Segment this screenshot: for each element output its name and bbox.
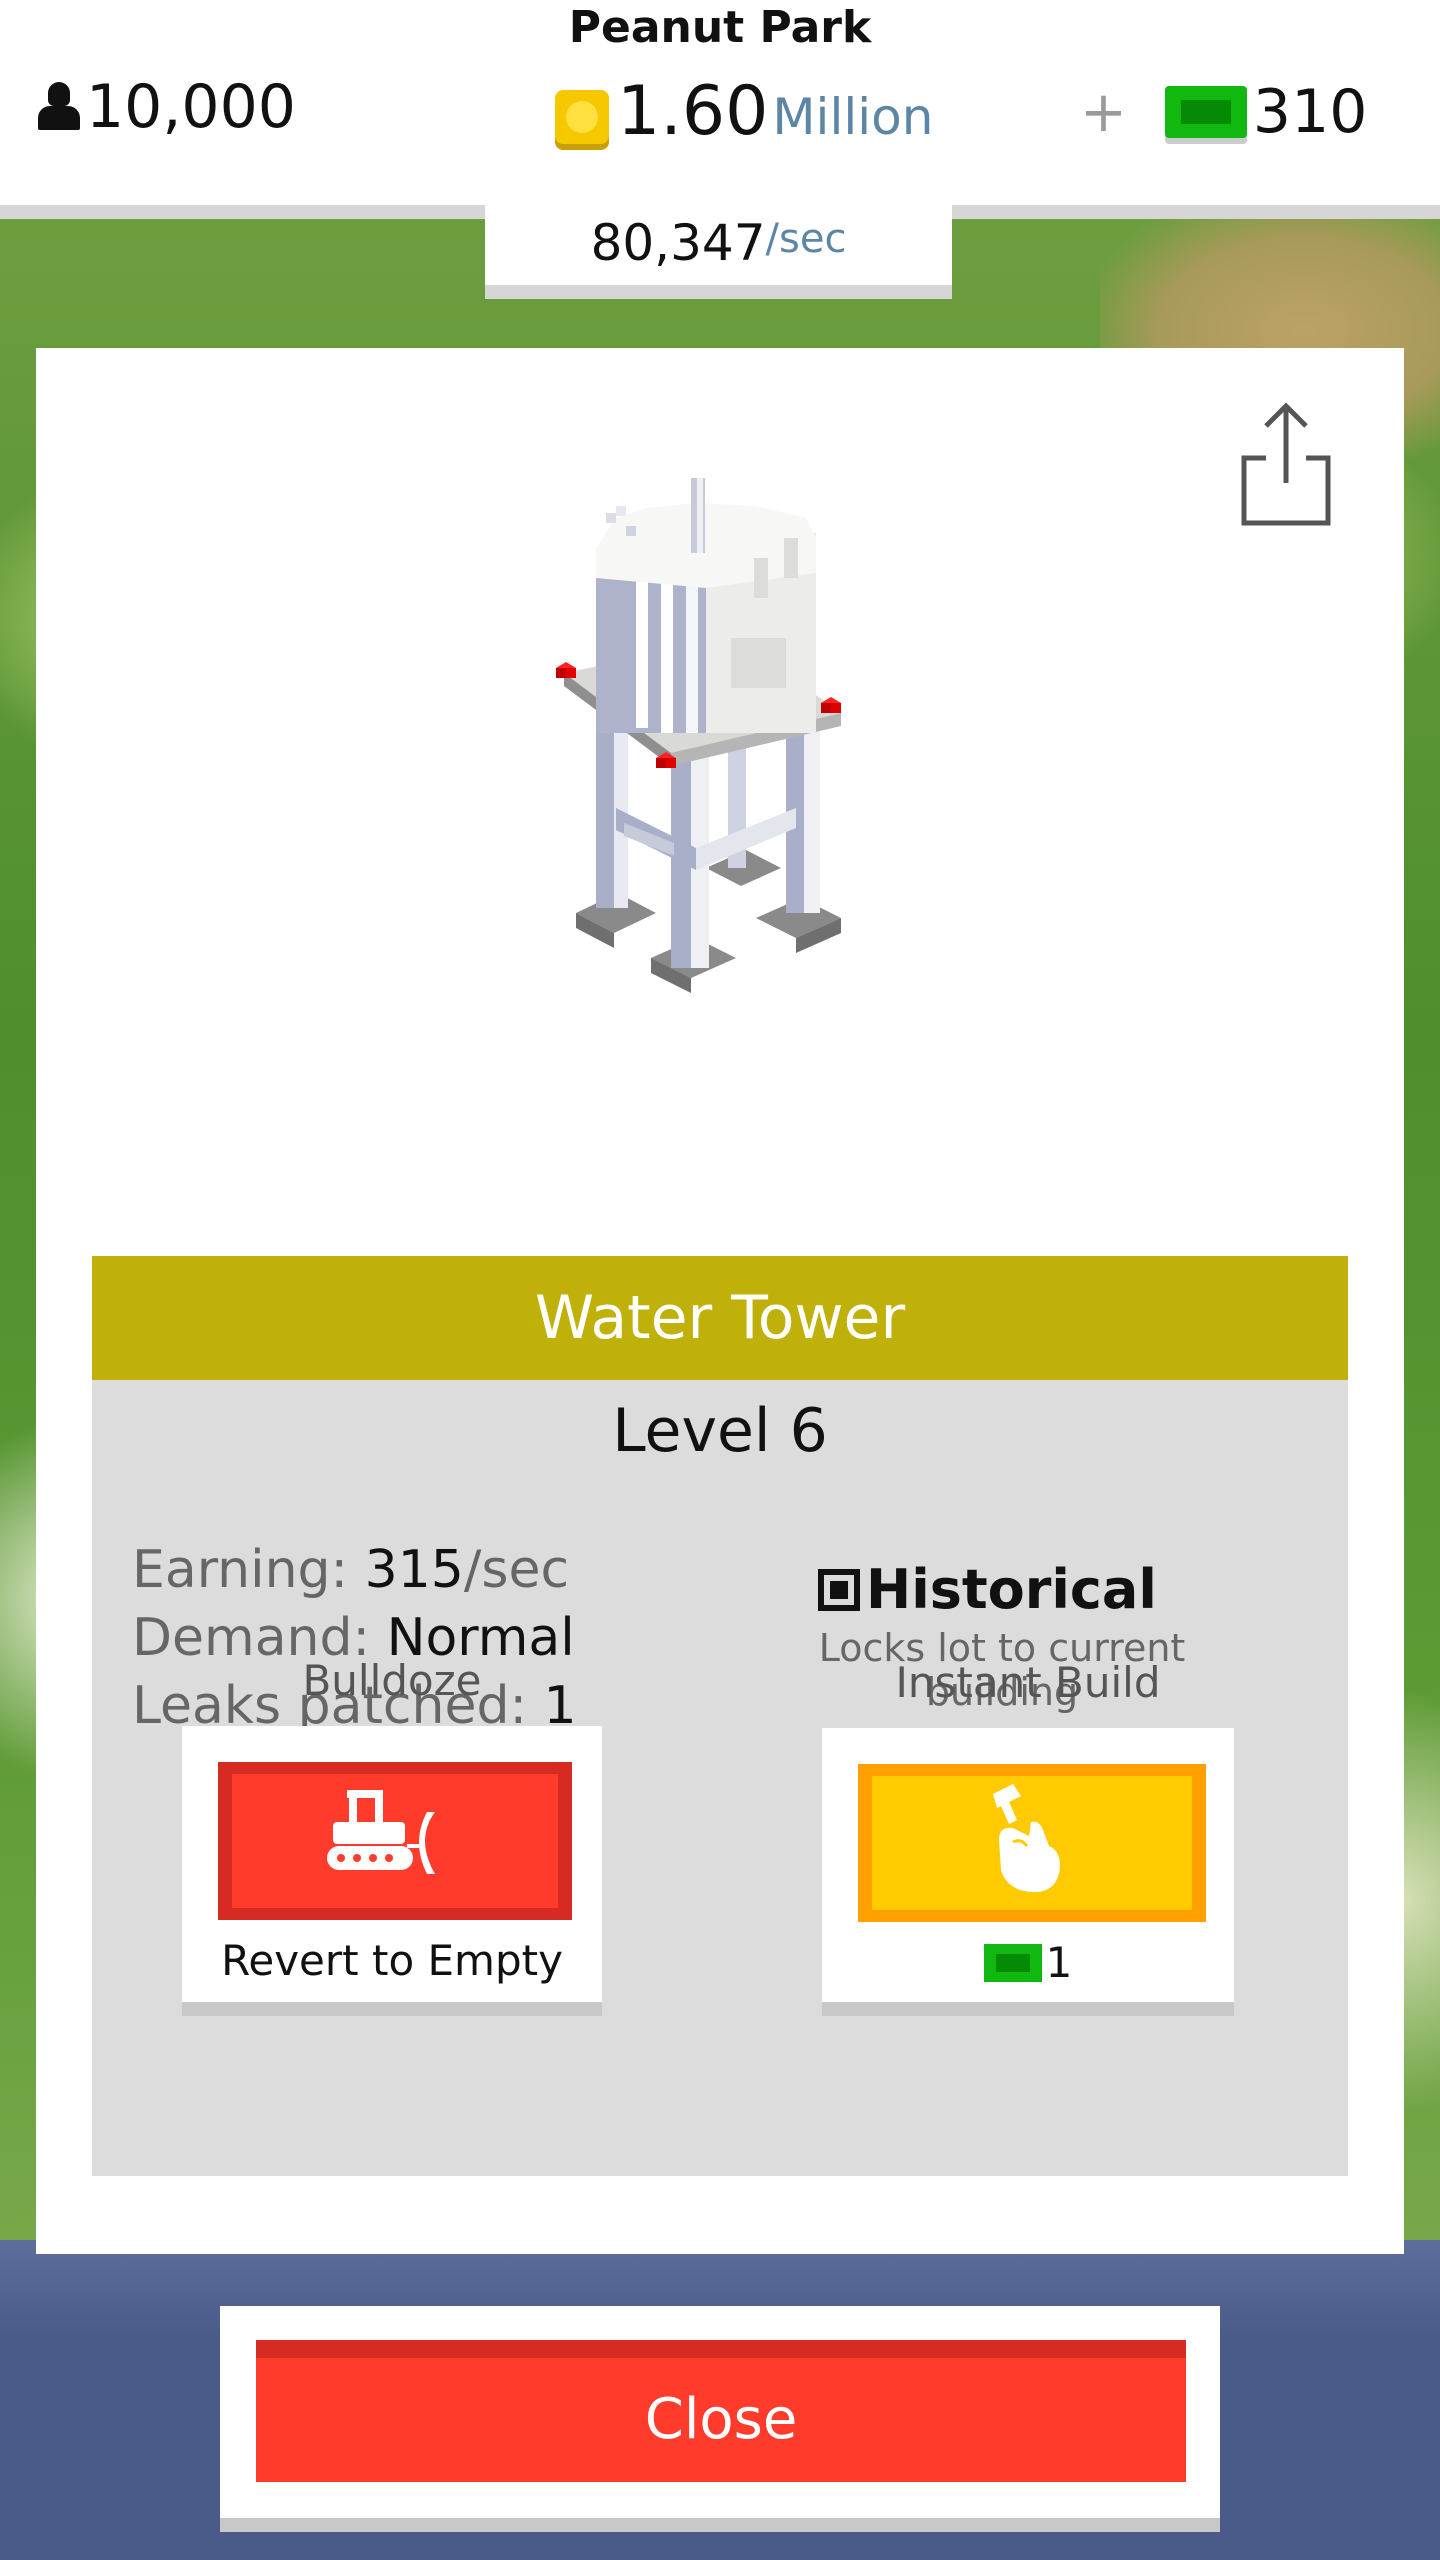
earning-value: 315 [364, 1540, 464, 1600]
population-value: 10,000 [86, 72, 296, 142]
bulldoze-label: Bulldoze [302, 1656, 482, 1705]
bulldozer-icon [327, 1790, 435, 1874]
bulldoze-button[interactable] [218, 1762, 572, 1920]
instant-build-cost: 1 [822, 1938, 1234, 1987]
cash-icon [983, 1943, 1042, 1982]
top-bar: Peanut Park 10,000 1.60 Million + 310 [0, 0, 1440, 219]
money-value: 1.60 [617, 72, 769, 151]
earning-label: Earning: [132, 1540, 365, 1600]
bulldoze-panel: Revert to Empty [182, 1726, 602, 2016]
cash-display[interactable]: + 310 [1080, 72, 1367, 152]
rate-unit: /sec [765, 216, 847, 262]
instant-build-panel: 1 [822, 1728, 1234, 2016]
cash-value: 310 [1252, 77, 1368, 147]
instant-build-button[interactable] [858, 1764, 1206, 1922]
building-details-panel: Water Tower Level 6 Earning: 315/sec Dem… [92, 1256, 1348, 2176]
coin-icon [555, 90, 609, 144]
close-panel: Close [220, 2306, 1220, 2532]
building-info-card: Water Tower Level 6 Earning: 315/sec Dem… [36, 348, 1404, 2254]
instant-build-cost-value: 1 [1045, 1938, 1073, 1987]
revert-to-empty-label: Revert to Empty [221, 1936, 563, 1985]
hammer-hand-icon [993, 1784, 1060, 1893]
building-level: Level 6 [612, 1396, 828, 1466]
person-icon [38, 82, 80, 132]
add-cash-button[interactable]: + [1080, 80, 1127, 145]
rate-value: 80,347 [590, 214, 766, 272]
share-icon[interactable] [1236, 398, 1336, 528]
historical-toggle[interactable]: Historical [818, 1558, 1157, 1621]
income-rate: 80,347/sec [485, 205, 952, 299]
water-tower-image [556, 478, 916, 1038]
cash-icon [1164, 86, 1247, 138]
park-name: Peanut Park [568, 2, 872, 53]
building-stats: Earning: 315/sec Demand: Normal Leaks pa… [132, 1536, 577, 1740]
checkbox-icon[interactable] [818, 1568, 860, 1611]
historical-label: Historical [866, 1558, 1157, 1621]
instant-build-label: Instant Build [895, 1658, 1161, 1707]
close-button[interactable]: Close [256, 2340, 1186, 2482]
money-display: 1.60 Million [555, 72, 933, 152]
earning-unit: /sec [463, 1540, 570, 1600]
population-display: 10,000 [38, 72, 296, 142]
building-name: Water Tower [92, 1256, 1348, 1380]
earning-row: Earning: 315/sec [132, 1536, 577, 1604]
money-unit: Million [772, 88, 934, 146]
